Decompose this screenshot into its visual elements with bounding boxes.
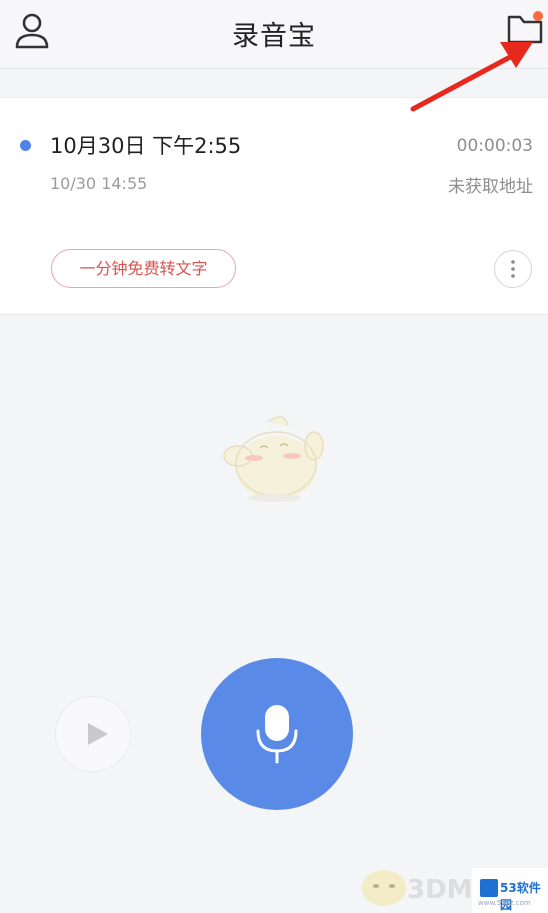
recording-card[interactable]: 10月30日 下午2:55 00:00:03 10/30 14:55 未获取地址… — [0, 97, 548, 315]
watermark-brand: 53软件园 — [500, 881, 541, 912]
recording-location: 未获取地址 — [448, 177, 533, 197]
recording-datetime: 10/30 14:55 — [50, 174, 148, 193]
recording-duration: 00:00:03 — [456, 136, 533, 156]
convert-to-text-button[interactable]: 一分钟免费转文字 — [51, 249, 236, 288]
watermark-logo-icon — [480, 879, 498, 897]
watermark-url: www.53xz.com — [478, 899, 531, 907]
annotation-arrow — [410, 42, 533, 112]
more-options-button[interactable] — [494, 250, 532, 288]
recording-status-dot — [20, 140, 31, 151]
more-vertical-icon — [511, 260, 515, 278]
recording-title: 10月30日 下午2:55 — [50, 134, 242, 158]
mascot-illustration — [223, 416, 324, 502]
notification-dot — [533, 11, 543, 21]
microphone-icon — [256, 705, 298, 764]
play-icon — [88, 723, 108, 745]
watermark-text: 3DM — [407, 875, 473, 905]
